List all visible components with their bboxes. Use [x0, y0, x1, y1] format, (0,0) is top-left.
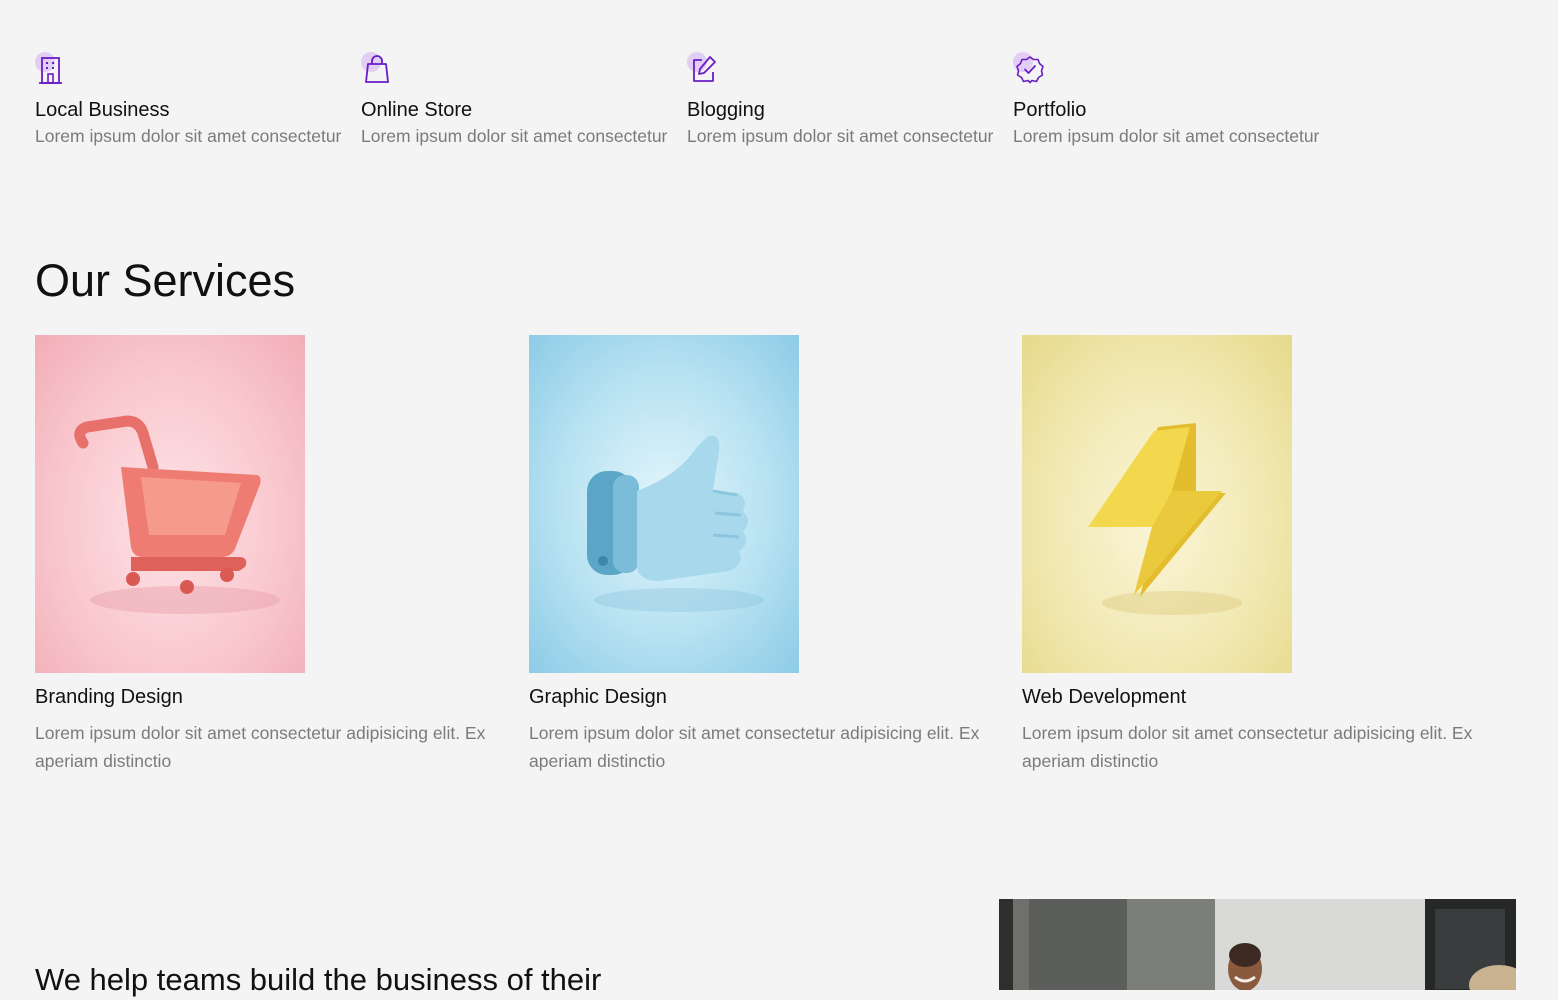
service-description: Lorem ipsum dolor sit amet consectetur a… — [35, 723, 486, 771]
feature-description: Lorem ipsum dolor sit amet consectetur — [687, 126, 994, 146]
services-heading: Our Services — [35, 255, 296, 306]
feature-title: Blogging — [687, 99, 765, 121]
service-description: Lorem ipsum dolor sit amet consectetur a… — [529, 723, 980, 771]
feature-title: Online Store — [361, 99, 473, 121]
service-card-graphic[interactable]: Graphic Design Lorem ipsum dolor sit ame… — [529, 335, 999, 775]
lightning-bolt-image — [1022, 335, 1292, 673]
feature-online-store: Online Store Lorem ipsum dolor sit amet … — [361, 52, 687, 150]
service-card-branding[interactable]: Branding Design Lorem ipsum dolor sit am… — [35, 335, 505, 775]
service-card-web-development[interactable]: Web Development Lorem ipsum dolor sit am… — [1022, 335, 1492, 775]
shopping-bag-icon — [365, 55, 389, 83]
feature-blogging: Blogging Lorem ipsum dolor sit amet cons… — [687, 52, 1013, 150]
features-row: Local Business Lorem ipsum dolor sit ame… — [35, 52, 1339, 150]
thumbs-up-image — [529, 335, 799, 673]
verified-badge-icon — [1016, 56, 1044, 84]
about-heading: We help teams build the business of thei… — [35, 962, 602, 997]
feature-description: Lorem ipsum dolor sit amet consectetur — [1013, 126, 1320, 146]
feature-description: Lorem ipsum dolor sit amet consectetur — [361, 126, 668, 146]
feature-title: Local Business — [35, 99, 170, 121]
service-title: Web Development — [1022, 686, 1187, 708]
feature-description: Lorem ipsum dolor sit amet consectetur — [35, 126, 342, 146]
feature-local-business: Local Business Lorem ipsum dolor sit ame… — [35, 52, 361, 150]
team-photo — [999, 899, 1516, 990]
feature-title: Portfolio — [1013, 99, 1087, 121]
service-title: Branding Design — [35, 686, 183, 708]
building-icon — [39, 57, 62, 84]
service-title: Graphic Design — [529, 686, 667, 708]
shopping-cart-image — [35, 335, 305, 673]
edit-icon — [693, 56, 716, 82]
service-description: Lorem ipsum dolor sit amet consectetur a… — [1022, 723, 1473, 771]
feature-portfolio: Portfolio Lorem ipsum dolor sit amet con… — [1013, 52, 1339, 150]
